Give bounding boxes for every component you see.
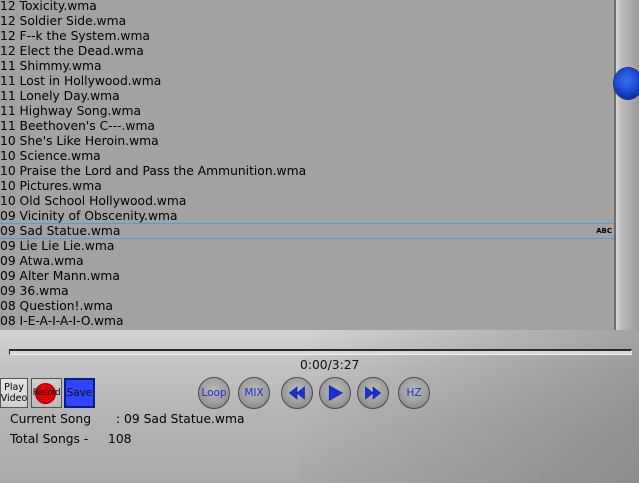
playlist-item[interactable]: 09 Sad Statue.wma ABC	[0, 223, 614, 239]
playlist-item-tag: ABC	[596, 227, 612, 235]
total-songs-label: Total Songs -	[10, 432, 89, 446]
playlist-item[interactable]: 09 Vicinity of Obscenity.wma	[0, 209, 614, 224]
playlist-item[interactable]: 10 Science.wma	[0, 149, 614, 164]
play-video-button[interactable]: Play Video	[0, 378, 28, 408]
playlist-item-title: 09 36.wma	[0, 284, 69, 298]
loop-button[interactable]: Loop	[198, 377, 230, 409]
playlist-item[interactable]: 12 Elect the Dead.wma	[0, 44, 614, 59]
playlist-item-title: 12 Toxicity.wma	[0, 0, 97, 13]
playlist-item-title: 11 Beethoven's C---.wma	[0, 119, 155, 133]
track-list: 12 Toxicity.wma 12 Soldier Side.wma 12 F--…	[0, 0, 614, 329]
hz-button[interactable]: HZ	[398, 377, 430, 409]
playlist-item[interactable]: 09 36.wma	[0, 284, 614, 299]
playlist-item-title: 09 Atwa.wma	[0, 254, 84, 268]
rewind-icon	[289, 386, 305, 400]
current-song-label: Current Song	[10, 412, 92, 426]
save-button[interactable]: Save	[64, 378, 95, 408]
playlist-item[interactable]: 10 Old School Hollywood.wma	[0, 194, 614, 209]
scrollbar-thumb[interactable]	[614, 68, 639, 99]
record-button[interactable]: Record	[31, 378, 62, 408]
playlist-item[interactable]: 09 Atwa.wma	[0, 254, 614, 269]
current-song-value: : 09 Sad Statue.wma	[116, 412, 245, 426]
playlist-item-title: 10 Old School Hollywood.wma	[0, 194, 187, 208]
playlist-item-title: 08 Question!.wma	[0, 299, 113, 313]
playlist-item-title: 09 Vicinity of Obscenity.wma	[0, 209, 178, 223]
playlist-item-title: 12 Elect the Dead.wma	[0, 44, 144, 58]
playlist-item-title: 10 Pictures.wma	[0, 179, 102, 193]
playlist-item[interactable]: 11 Lost in Hollywood.wma	[0, 74, 614, 89]
playlist-item-title: 11 Highway Song.wma	[0, 104, 142, 118]
play-button[interactable]	[319, 377, 351, 409]
playlist-item[interactable]: 11 Beethoven's C---.wma	[0, 119, 614, 134]
playlist-item[interactable]: 12 F--k the System.wma	[0, 29, 614, 44]
record-button-label: Record	[32, 388, 61, 398]
playlist-item-title: 09 Alter Mann.wma	[0, 269, 120, 283]
playlist-item-title: 10 Science.wma	[0, 149, 101, 163]
fast-forward-button[interactable]	[357, 377, 389, 409]
playlist-item-title: 10 She's Like Heroin.wma	[0, 134, 159, 148]
playlist-item-title: 11 Lonely Day.wma	[0, 89, 120, 103]
playlist-item-title: 08 I-E-A-I-A-I-O.wma	[0, 314, 124, 328]
playlist-item[interactable]: 09 Alter Mann.wma	[0, 269, 614, 284]
playlist-item[interactable]: 10 She's Like Heroin.wma	[0, 134, 614, 149]
playlist-item-title: 10 Praise the Lord and Pass the Ammuniti…	[0, 164, 307, 178]
total-songs-info: Total Songs - 108	[10, 432, 131, 447]
playlist-item[interactable]: 08 Question!.wma	[0, 299, 614, 314]
playlist-item-title: 12 Soldier Side.wma	[0, 14, 127, 28]
playlist-item[interactable]: 11 Lonely Day.wma	[0, 89, 614, 104]
fast-forward-icon	[365, 386, 381, 400]
playlist-item[interactable]: 12 Soldier Side.wma	[0, 14, 614, 29]
playlist-item-title: 11 Lost in Hollywood.wma	[0, 74, 162, 88]
playlist-scrollbar[interactable]	[614, 0, 639, 330]
mix-button[interactable]: MIX	[238, 377, 270, 409]
playlist-item-title: 09 Sad Statue.wma	[0, 224, 121, 238]
playlist-item[interactable]: 12 Toxicity.wma	[0, 0, 614, 14]
seek-bar[interactable]	[9, 349, 632, 355]
time-display: 0:00/3:27	[300, 358, 360, 372]
playlist-item-title: 09 Lie Lie Lie.wma	[0, 239, 115, 253]
current-song-info: Current Song : 09 Sad Statue.wma	[10, 412, 245, 427]
playlist-item[interactable]: 10 Pictures.wma	[0, 179, 614, 194]
playlist[interactable]: 12 Toxicity.wma 12 Soldier Side.wma 12 F--…	[0, 0, 614, 330]
playlist-item[interactable]: 08 I-E-A-I-A-I-O.wma	[0, 314, 614, 329]
playlist-item[interactable]: 11 Highway Song.wma	[0, 104, 614, 119]
rewind-button[interactable]	[281, 377, 313, 409]
playlist-item-title: 11 Shimmy.wma	[0, 59, 102, 73]
playlist-item[interactable]: 11 Shimmy.wma	[0, 59, 614, 74]
total-songs-value: 108	[108, 432, 132, 446]
play-icon	[328, 385, 344, 401]
playlist-item-title: 12 F--k the System.wma	[0, 29, 150, 43]
playlist-item[interactable]: 09 Lie Lie Lie.wma	[0, 239, 614, 254]
playlist-item[interactable]: 10 Praise the Lord and Pass the Ammuniti…	[0, 164, 614, 179]
